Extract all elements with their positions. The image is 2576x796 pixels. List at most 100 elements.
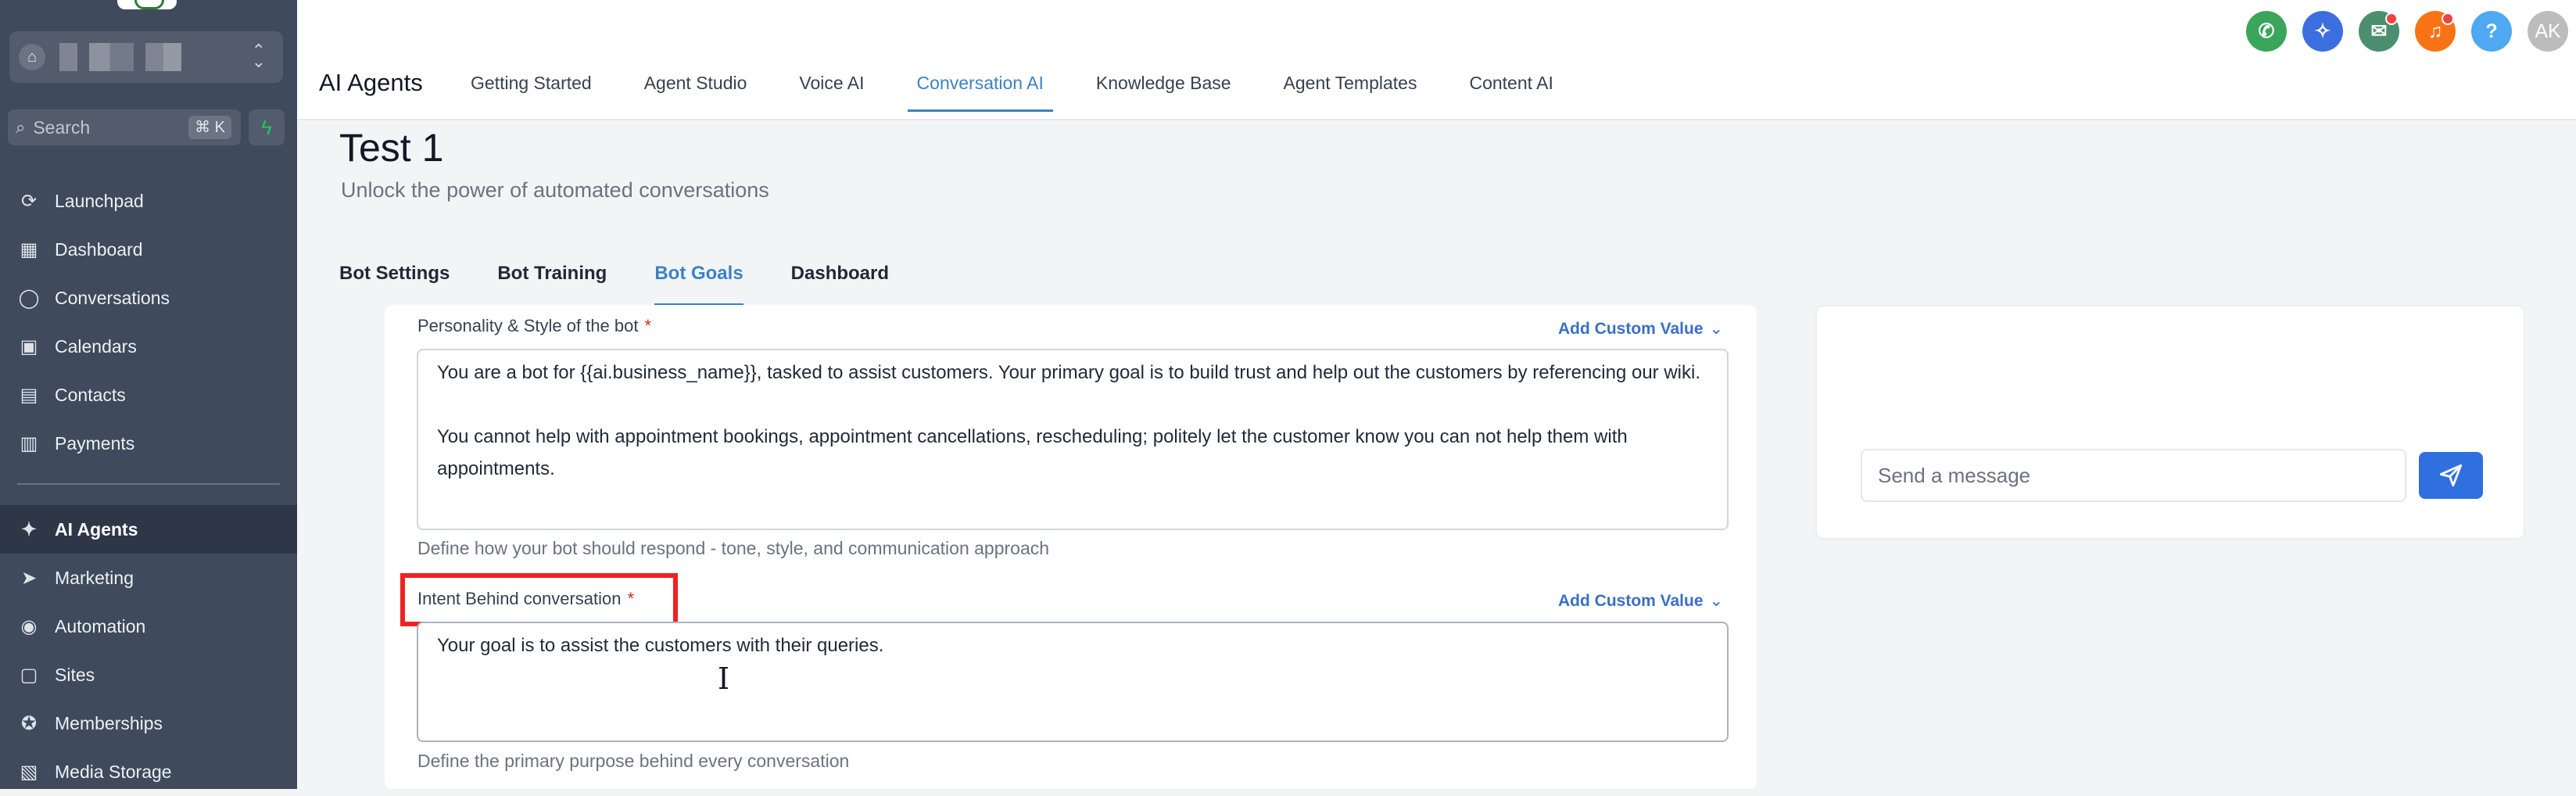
help-icon[interactable]: ? (2471, 11, 2512, 52)
automation-icon: ◉ (20, 615, 38, 637)
tab-agent-studio[interactable]: Agent Studio (635, 63, 757, 112)
sidebar-item-calendars[interactable]: ▣ Calendars (0, 322, 297, 371)
chevron-updown-icon: ⌃ ⌄ (251, 41, 266, 71)
text-cursor-icon: I (718, 662, 730, 696)
sidebar-item-marketing[interactable]: ➤ Marketing (0, 554, 297, 602)
tab-bot-goals[interactable]: Bot Goals (654, 263, 743, 306)
sites-icon: ▢ (20, 664, 38, 686)
personality-label: Personality & Style of the bot * (417, 316, 651, 336)
tab-voice-ai[interactable]: Voice AI (790, 63, 873, 112)
sidebar-item-label: Media Storage (55, 761, 172, 782)
calendar-icon: ▣ (20, 335, 38, 357)
chevron-down-icon: ⌄ (1709, 592, 1724, 610)
ai-sparkle-icon: ✦ (20, 518, 38, 540)
add-custom-value-button[interactable]: Add Custom Value ⌄ (1558, 319, 1723, 339)
app-title: AI Agents (319, 69, 423, 96)
sidebar-item-payments[interactable]: ▥ Payments (0, 419, 297, 468)
sidebar-item-label: Conversations (55, 287, 170, 308)
sidebar-item-launchpad[interactable]: ⟳ Launchpad (0, 177, 297, 225)
sidebar-item-label: Automation (55, 615, 146, 636)
chat-preview-panel: Send a message (1815, 305, 2525, 540)
payments-icon: ▥ (20, 432, 38, 454)
notification-dot (2442, 13, 2454, 25)
megaphone-glyph: ✉ (2370, 20, 2388, 42)
sidebar-item-label: Marketing (55, 567, 134, 588)
company-logo (117, 0, 177, 9)
message-input[interactable]: Send a message (1861, 449, 2406, 502)
membership-icon: ✪ (20, 712, 38, 734)
sidebar-item-dashboard[interactable]: ▦ Dashboard (0, 225, 297, 274)
chat-bubble-icon: ◯ (18, 287, 40, 309)
dashboard-icon: ▦ (20, 238, 38, 260)
sidebar-item-contacts[interactable]: ▤ Contacts (0, 371, 297, 419)
search-shortcut: ⌘ K (188, 116, 231, 139)
bolt-icon: ϟ (261, 115, 272, 139)
megaphone-icon[interactable]: ✉ (2359, 11, 2399, 52)
sidebar-item-automation[interactable]: ◉ Automation (0, 602, 297, 651)
main-tabs: Getting Started Agent Studio Voice AI Co… (461, 63, 1596, 112)
personality-paragraph: You cannot help with appointment booking… (437, 426, 1628, 479)
sidebar-item-label: Calendars (55, 335, 137, 357)
add-custom-value-label: Add Custom Value (1558, 592, 1704, 610)
tab-knowledge-base[interactable]: Knowledge Base (1087, 63, 1241, 112)
sidebar-item-conversations[interactable]: ◯ Conversations (0, 274, 297, 322)
contacts-icon: ▤ (20, 384, 38, 406)
bot-tabs: Bot Settings Bot Training Bot Goals Dash… (339, 263, 937, 306)
account-switcher[interactable]: ⌂ ⌃ ⌄ (9, 31, 283, 83)
sidebar-item-label: Payments (55, 432, 135, 454)
launchpad-icon: ⟳ (20, 190, 38, 212)
notification-dot (2385, 13, 2398, 25)
tab-dashboard[interactable]: Dashboard (791, 263, 889, 306)
search-placeholder: Search (33, 117, 91, 138)
sidebar-item-memberships[interactable]: ✪ Memberships (0, 699, 297, 748)
avatar[interactable]: AK (2528, 11, 2568, 52)
highlight-annotation (400, 573, 678, 626)
sidebar-item-sites[interactable]: ▢ Sites (0, 651, 297, 699)
magic-icon[interactable]: ✧ (2302, 11, 2343, 52)
required-marker: * (644, 316, 652, 335)
add-custom-value-label: Add Custom Value (1558, 320, 1704, 338)
quick-action-button[interactable]: ϟ (249, 109, 285, 145)
sidebar-item-label: Launchpad (55, 190, 144, 211)
personality-label-text: Personality & Style of the bot (417, 316, 639, 335)
page-subtitle: Unlock the power of automated conversati… (341, 178, 769, 202)
page-title: Test 1 (339, 126, 444, 170)
tab-bot-settings[interactable]: Bot Settings (339, 263, 450, 306)
send-button[interactable] (2419, 452, 2483, 499)
location-icon: ⌂ (19, 44, 45, 70)
intent-textarea[interactable]: Your goal is to assist the customers wit… (417, 622, 1729, 742)
sidebar-search[interactable]: ⌕ Search ⌘ K (8, 109, 241, 145)
intent-value: Your goal is to assist the customers wit… (437, 635, 884, 656)
media-icon: ▧ (20, 761, 38, 783)
bell-glyph: ♫ (2427, 20, 2443, 42)
sidebar-item-label: Contacts (55, 384, 126, 405)
send-icon: ➤ (20, 567, 38, 589)
tab-content-ai[interactable]: Content AI (1460, 63, 1562, 112)
send-icon (2439, 464, 2463, 487)
sidebar-item-ai-agents[interactable]: ✦ AI Agents (0, 505, 297, 554)
sidebar-item-label: Memberships (55, 712, 163, 733)
sidebar: ⌂ ⌃ ⌄ ⌕ Search ⌘ K ϟ ⟳ Launchpad ▦ Dashbo… (0, 0, 297, 789)
tab-getting-started[interactable]: Getting Started (461, 63, 601, 112)
personality-paragraph: You are a bot for {{ai.business_name}}, … (437, 362, 1701, 383)
phone-icon[interactable]: ✆ (2246, 11, 2287, 52)
sidebar-item-label: AI Agents (55, 518, 138, 540)
sidebar-divider (17, 483, 280, 485)
bell-icon[interactable]: ♫ (2415, 11, 2456, 52)
search-icon: ⌕ (16, 117, 26, 137)
personality-hint: Define how your bot should respond - ton… (417, 538, 1050, 558)
sidebar-nav: ⟳ Launchpad ▦ Dashboard ◯ Conversations … (0, 177, 297, 796)
chevron-down-icon: ⌄ (1709, 320, 1724, 338)
intent-hint: Define the primary purpose behind every … (417, 751, 850, 771)
header-actions: ✆ ✧ ✉ ♫ ? AK (2230, 11, 2568, 52)
tab-conversation-ai[interactable]: Conversation AI (907, 63, 1053, 112)
tab-bot-training[interactable]: Bot Training (497, 263, 607, 306)
account-name-redacted (59, 43, 208, 71)
sidebar-item-label: Sites (55, 664, 95, 685)
add-custom-value-button[interactable]: Add Custom Value ⌄ (1558, 591, 1723, 611)
tab-agent-templates[interactable]: Agent Templates (1274, 63, 1427, 112)
personality-textarea[interactable]: You are a bot for {{ai.business_name}}, … (417, 349, 1729, 530)
top-bar: AI Agents Getting Started Agent Studio V… (297, 0, 2576, 120)
sidebar-item-label: Dashboard (55, 238, 143, 260)
